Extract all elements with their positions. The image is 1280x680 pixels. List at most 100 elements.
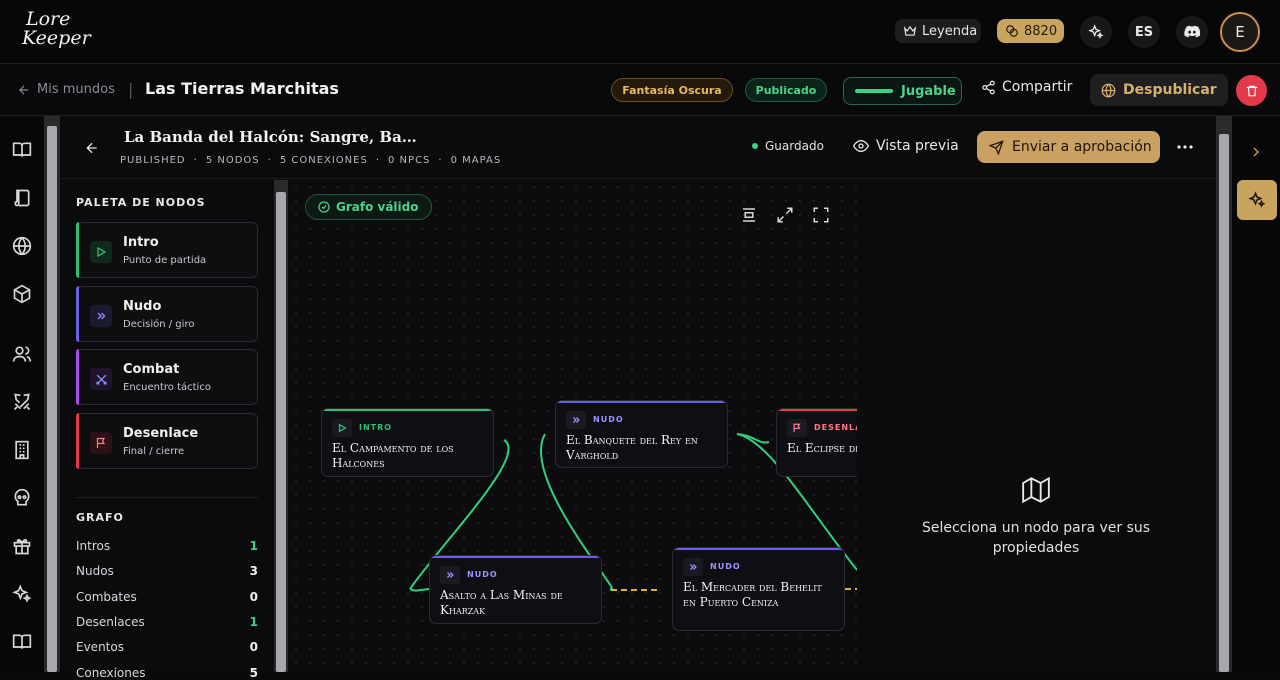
saved-dot [752,143,758,149]
rail-scrollbar[interactable] [44,116,60,672]
graph-node-nudo[interactable]: NUDO Asalto a Las Minas de Kharzak [429,555,602,624]
genre-tag: Fantasía Oscura [611,78,733,102]
meta-item: 0 NPCS [388,155,431,166]
node-accent [777,409,857,411]
playable-track [855,89,893,93]
discord-icon [1184,25,1200,38]
playable-toggle[interactable]: Jugable [843,77,962,105]
maximize-icon[interactable] [776,206,794,224]
preview-button[interactable]: Vista previa [853,138,959,154]
graph-valid-badge: Grafo válido [305,194,432,220]
palette-item-subtitle: Decisión / giro [123,319,195,330]
back-to-worlds-link[interactable]: Mis mundos [17,82,115,97]
graph-stat-row: Combates 0 [76,590,258,604]
language-label: ES [1134,24,1154,40]
flag-icon [90,432,112,454]
palette-scrollbar[interactable] [274,180,288,672]
graph-canvas[interactable]: Grafo válido INTRO El Campamento de los … [289,180,857,672]
preview-label: Vista previa [876,138,959,154]
globe-icon[interactable] [12,236,32,256]
book-open-icon[interactable] [12,632,32,652]
share-button[interactable]: Compartir [981,79,1072,95]
auto-layout-icon[interactable] [740,206,758,224]
scrollbar-thumb[interactable] [276,192,286,672]
lorekeeper-logo[interactable]: Lore Keeper [22,10,91,54]
user-avatar[interactable]: E [1220,12,1260,52]
palette-item-desenlace[interactable]: Desenlace Final / cierre [76,413,258,469]
world-title: Las Tierras Marchitas [145,79,339,98]
scrollbar-thumb[interactable] [47,126,57,672]
graph-node-nudo[interactable]: NUDO El Banquete del Rey en Varghold [555,400,728,468]
more-options-button[interactable] [1173,137,1197,157]
sparkles-icon[interactable] [12,584,32,604]
delete-button[interactable] [1236,75,1267,106]
palette-item-subtitle: Final / cierre [123,446,185,457]
arrow-left-icon[interactable] [84,140,100,156]
node-accent [673,548,844,550]
scrollbar-thumb[interactable] [1219,134,1229,672]
stat-label: Combates [76,589,137,604]
graph-node-nudo[interactable]: NUDO El Mercader del Behelit en Puerto C… [672,547,845,631]
node-kind: DESENLACE [814,423,857,432]
stat-label: Intros [76,539,111,553]
box-icon[interactable] [12,284,32,304]
palette-heading: PALETA DE NODOS [76,196,206,209]
node-name: El Eclipse de la Frontera [787,441,857,455]
more-horizontal-icon [1177,145,1193,149]
meta-item: 0 MAPAS [450,155,502,166]
users-icon[interactable] [12,344,32,364]
meta-item: PUBLISHED [120,155,186,166]
building-icon[interactable] [12,440,32,460]
editor-scrollbar[interactable] [1216,116,1232,672]
globe-icon [1101,83,1116,97]
empty-properties-message: Selecciona un nodo para ver sus propieda… [921,520,1151,556]
palette-bar [76,413,79,469]
crown-icon [903,25,917,36]
scroll-icon[interactable] [12,188,32,208]
fullscreen-icon[interactable] [812,206,830,224]
node-name: El Banquete del Rey en Varghold [566,433,698,462]
ai-assistant-button[interactable] [1237,180,1277,220]
breadcrumb-separator: | [128,80,134,99]
legend-label: Leyenda [922,23,978,39]
chevrons-right-icon [440,566,460,584]
legend-badge[interactable]: Leyenda [895,19,981,43]
chevron-right-icon[interactable] [1248,144,1264,160]
stat-label: Desenlaces [76,614,145,629]
unpublish-button[interactable]: Despublicar [1090,74,1228,106]
palette-item-title: Nudo [123,299,162,314]
coins-badge[interactable]: 8820 [997,19,1064,43]
trash-icon [1246,85,1257,96]
swords-icon [90,368,112,390]
node-kind: NUDO [710,562,741,571]
discord-button[interactable] [1176,16,1208,48]
palette-item-combat[interactable]: Combat Encuentro táctico [76,349,258,405]
graph-node-desenlace[interactable]: DESENLACE El Eclipse de la Frontera [776,408,857,477]
palette-item-title: Desenlace [123,426,199,441]
book-open-icon[interactable] [12,140,32,160]
share-icon [982,80,995,94]
top-bar: Lore Keeper Leyenda 8820 ES E [0,0,1280,64]
submit-approval-button[interactable]: Enviar a aprobación [977,131,1160,163]
send-icon [989,139,1004,155]
graph-stat-row: Desenlaces 1 [76,615,258,629]
arrow-left-icon [19,85,29,94]
stat-value: 1 [249,539,258,553]
palette-item-intro[interactable]: Intro Punto de partida [76,222,258,278]
language-button[interactable]: ES [1128,16,1160,48]
connection-edge[interactable] [409,588,430,592]
palette-item-nudo[interactable]: Nudo Decisión / giro [76,286,258,342]
saved-label: Guardado [765,139,824,153]
swords-icon[interactable] [12,392,32,412]
graph-node-intro[interactable]: INTRO El Campamento de los Halcones [321,408,494,477]
meta-separator: · [267,155,272,166]
play-icon [90,241,112,263]
gift-icon[interactable] [12,536,32,556]
graph-stat-row: Conexiones 5 [76,666,258,680]
left-nav-rail [0,116,44,672]
skull-icon[interactable] [12,488,32,508]
node-palette: PALETA DE NODOS Intro Punto de partida N… [60,180,275,680]
share-label: Compartir [1002,79,1073,95]
ai-sparkle-button[interactable] [1080,16,1112,48]
node-accent [430,556,601,558]
